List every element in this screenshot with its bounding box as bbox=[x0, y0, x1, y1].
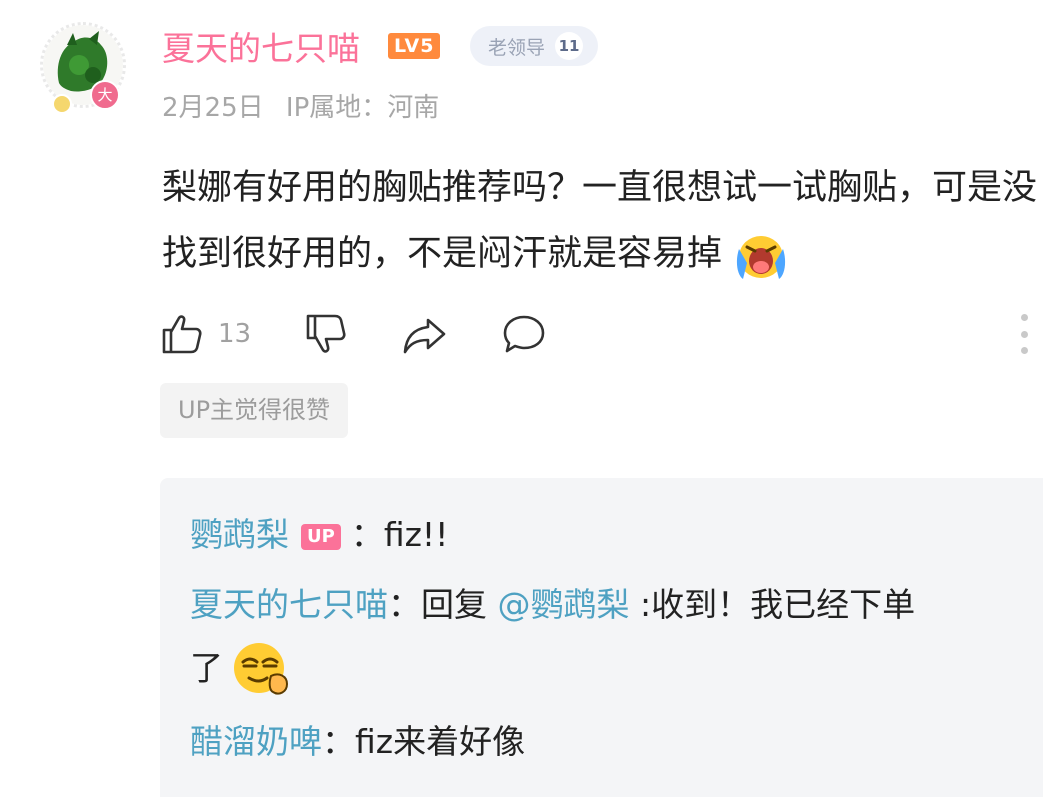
reply-mention[interactable]: @鹦鹉梨 bbox=[498, 585, 630, 624]
avatar-coin-icon bbox=[52, 94, 72, 114]
thumbs-up-icon bbox=[162, 315, 202, 354]
up-tag: UP bbox=[301, 523, 341, 550]
crying-face-icon bbox=[737, 236, 786, 279]
up-liked-tag: UP主觉得很赞 bbox=[160, 383, 349, 438]
smug-face-icon bbox=[234, 643, 289, 695]
comment-body: 梨娜有好用的胸贴推荐吗？一直很想试一试胸贴，可是没找到很好用的，不是闷汗就是容易… bbox=[162, 168, 1038, 274]
reply-author[interactable]: 鹦鹉梨 bbox=[190, 515, 289, 554]
reply-button[interactable] bbox=[502, 308, 546, 360]
fan-medal-badge[interactable]: 老领导 11 bbox=[470, 26, 598, 66]
action-bar: 13 bbox=[160, 308, 1040, 360]
reply-text: fiz!! bbox=[383, 515, 449, 554]
comment-username[interactable]: 夏天的七只喵 bbox=[162, 22, 360, 70]
reply-text: :收到！我已经下单 bbox=[629, 585, 916, 624]
reply-continuation: 了 bbox=[190, 640, 293, 700]
reply-item[interactable]: 醋溜奶啤：fiz来着好像 bbox=[190, 715, 525, 763]
avatar-badge: 大 bbox=[90, 80, 120, 110]
reply-separator: ： bbox=[388, 585, 421, 624]
like-count: 13 bbox=[218, 319, 252, 349]
ip-location: IP属地：河南 bbox=[285, 93, 440, 123]
reply-text: fiz来着好像 bbox=[355, 722, 526, 761]
fan-medal-level: 11 bbox=[555, 32, 584, 60]
reply-separator: ： bbox=[322, 722, 355, 761]
avatar[interactable]: 大 bbox=[40, 22, 126, 114]
comment-date: 2月25日 bbox=[162, 93, 264, 123]
reply-separator: ： bbox=[350, 515, 384, 554]
dislike-button[interactable] bbox=[304, 308, 348, 360]
level-badge: LV5 bbox=[388, 33, 441, 59]
share-icon bbox=[403, 318, 446, 354]
fan-medal-name: 老领导 bbox=[488, 36, 546, 59]
thumbs-down-icon bbox=[306, 314, 346, 353]
comment-text: 梨娜有好用的胸贴推荐吗？一直很想试一试胸贴，可是没找到很好用的，不是闷汗就是容易… bbox=[162, 155, 1042, 287]
share-button[interactable] bbox=[402, 308, 446, 360]
reply-item[interactable]: 夏天的七只喵：回复 @鹦鹉梨 :收到！我已经下单 bbox=[190, 578, 915, 626]
reply-author[interactable]: 醋溜奶啤 bbox=[190, 722, 322, 761]
more-icon[interactable] bbox=[1018, 314, 1030, 354]
reply-author[interactable]: 夏天的七只喵 bbox=[190, 585, 388, 624]
reply-prefix: 回复 bbox=[421, 585, 498, 624]
comment-meta: 2月25日 IP属地：河南 bbox=[162, 87, 439, 124]
reply-text-continuation: 了 bbox=[190, 648, 223, 688]
reply-icon bbox=[503, 315, 545, 353]
reply-item[interactable]: 鹦鹉梨 UP ：fiz!! bbox=[190, 508, 448, 556]
like-button[interactable]: 13 bbox=[160, 308, 251, 360]
